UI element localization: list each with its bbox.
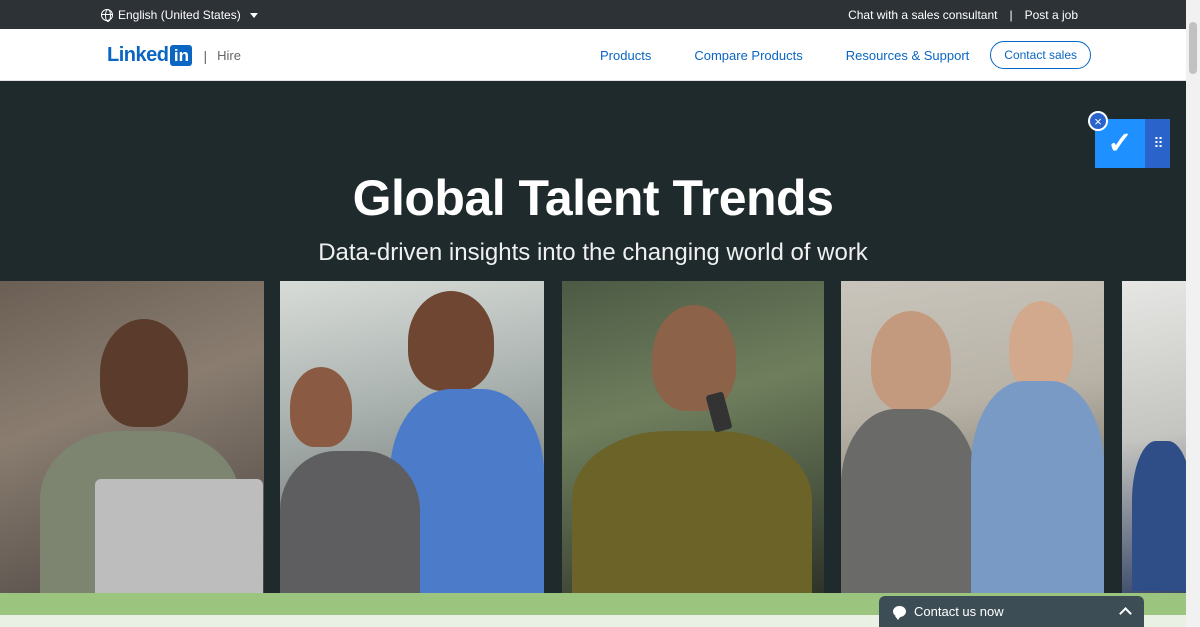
post-job-link[interactable]: Post a job — [1025, 8, 1078, 22]
contact-us-now-label: Contact us now — [914, 604, 1004, 619]
contact-sales-button[interactable]: Contact sales — [990, 41, 1091, 69]
utility-links: Chat with a sales consultant | Post a jo… — [848, 8, 1078, 22]
person-shape — [1009, 301, 1073, 391]
utility-separator: | — [1009, 8, 1013, 22]
person-shape — [290, 367, 352, 447]
logo-wordmark: Linked — [107, 44, 169, 66]
person-shape — [100, 319, 188, 427]
caret-down-icon — [249, 12, 258, 18]
scrollbar-thumb[interactable] — [1189, 22, 1197, 74]
photo-two-men-office — [280, 281, 544, 593]
logo-in-box: in — [170, 45, 193, 66]
main-nav: Products Compare Products Resources & Su… — [557, 41, 1091, 69]
nav-compare-products[interactable]: Compare Products — [694, 48, 802, 63]
photo-strip — [0, 281, 1186, 593]
language-selector[interactable]: English (United States) — [101, 8, 258, 22]
page-scrollbar[interactable] — [1186, 0, 1200, 627]
shirt-shape — [280, 451, 420, 593]
drag-handle-icon[interactable]: ⠿ — [1145, 119, 1170, 168]
hero-subtitle: Data-driven insights into the changing w… — [318, 239, 868, 266]
site-header: Linked in | Hire Products Compare Produc… — [0, 29, 1186, 81]
nav-products[interactable]: Products — [600, 48, 651, 63]
photo-partial — [1122, 281, 1186, 593]
nav-resources-support[interactable]: Resources & Support — [846, 48, 970, 63]
photo-woman-laptop — [0, 281, 264, 593]
person-shape — [871, 311, 951, 411]
widget-close-icon[interactable]: × — [1088, 111, 1108, 131]
chat-sales-link[interactable]: Chat with a sales consultant — [848, 8, 997, 22]
chat-bubble-icon — [893, 606, 906, 620]
chevron-up-icon[interactable] — [1119, 607, 1132, 620]
shirt-shape — [841, 409, 977, 593]
hero-title: Global Talent Trends — [352, 170, 834, 226]
linkedin-logo[interactable]: Linked in | Hire — [107, 44, 241, 67]
utility-bar: English (United States) Chat with a sale… — [0, 0, 1186, 29]
language-label: English (United States) — [118, 8, 241, 22]
shirt-shape — [971, 381, 1104, 593]
contact-us-now-bar[interactable]: Contact us now — [879, 596, 1144, 627]
logo-divider: | — [203, 47, 208, 64]
product-name: Hire — [217, 48, 241, 63]
phone-shape — [705, 391, 733, 433]
photo-man-phone — [562, 281, 824, 593]
laptop-shape — [95, 479, 263, 593]
person-shape — [408, 291, 494, 391]
globe-icon — [101, 9, 113, 22]
shirt-shape — [1132, 441, 1186, 591]
photo-two-women — [841, 281, 1104, 593]
shirt-shape — [572, 431, 812, 593]
